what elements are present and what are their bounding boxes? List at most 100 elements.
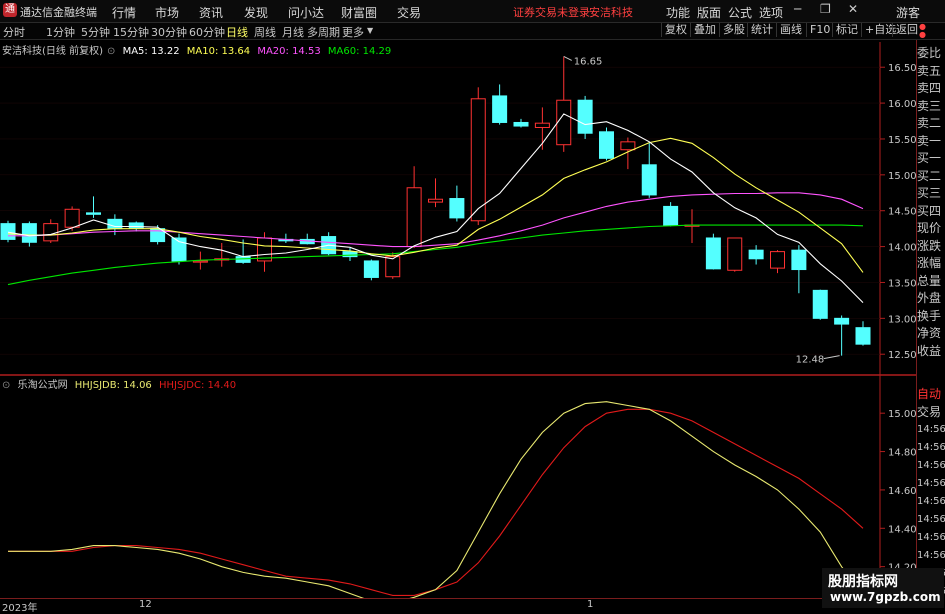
period-multi[interactable]: 多周期 <box>307 24 340 40</box>
trade-label: 自动 <box>917 387 942 401</box>
candle-up <box>385 256 401 278</box>
price-tick-label: 16.00 <box>888 99 917 110</box>
menu-trade[interactable]: 交易 <box>397 4 421 21</box>
period-daily[interactable]: 日线 <box>226 24 248 40</box>
app-title: 通达信金融终端 <box>20 6 97 19</box>
quote-label: 委比 <box>917 46 942 60</box>
menu-news[interactable]: 资讯 <box>199 4 223 21</box>
quote-label: 外盘 <box>917 291 942 305</box>
candle-down <box>834 317 850 325</box>
legend-title: 安洁科技(日线 前复权) <box>2 46 103 57</box>
period-5min[interactable]: 5分钟 <box>81 24 110 40</box>
indicator-line2 <box>8 408 864 596</box>
restore-icon[interactable]: ❐ <box>820 2 831 16</box>
candle-down <box>748 249 764 260</box>
indicator-tick-label: 14.80 <box>888 448 917 459</box>
menu-quotes[interactable]: 行情 <box>112 4 136 21</box>
menu-discover[interactable]: 发现 <box>244 4 268 21</box>
period-toolbar: 分时 1分钟 5分钟 15分钟 30分钟 60分钟 日线 周线 月线 多周期 更… <box>0 23 945 40</box>
indicator-axis: 15.0014.8014.6014.4014.20 <box>880 409 917 574</box>
chart-legend: 安洁科技(日线 前复权) ⊙ MA5: 13.22 MA10: 13.64 MA2… <box>2 42 395 57</box>
period-timeshare[interactable]: 分时 <box>3 24 25 40</box>
price-tick-label: 14.50 <box>888 207 917 218</box>
stock-link[interactable]: 安洁科技 <box>589 4 633 20</box>
period-1min[interactable]: 1分钟 <box>46 24 75 40</box>
menu-ask[interactable]: 问小达 <box>288 4 324 21</box>
kline-chart[interactable]: 16.50 16.00 15.50 15.00 14.50 14.00 13.50 13.00… <box>0 40 945 598</box>
candle-down <box>107 218 123 230</box>
period-weekly[interactable]: 周线 <box>254 24 276 40</box>
watermark-line2: www.7gpzb.com <box>830 590 941 604</box>
legend-toggle-icon[interactable]: ⊙ <box>107 46 115 57</box>
ma5-line <box>7 113 864 303</box>
period-monthly[interactable]: 月线 <box>282 24 304 40</box>
more-dropdown-icon[interactable]: ▼ <box>367 26 373 35</box>
tool-multi-stock[interactable]: 多股 <box>719 23 748 37</box>
indicator-line2-label: HHJSJDC: 14.40 <box>158 380 237 391</box>
quote-label: 净资 <box>917 326 942 340</box>
price-tick-label: 13.50 <box>888 278 917 289</box>
candle-up <box>470 98 486 222</box>
quote-label: 总量 <box>917 273 942 288</box>
candle-down <box>599 131 614 159</box>
menu-wealth[interactable]: 财富圈 <box>341 4 377 21</box>
login-warning[interactable]: 证券交易未登录 <box>513 4 590 20</box>
candle-down <box>21 223 37 243</box>
indicator-tick-label: 15.00 <box>888 409 917 420</box>
indicator-line1 <box>8 401 864 598</box>
candle-down <box>449 198 465 219</box>
trade-time: 14:56 <box>917 442 945 453</box>
quote-label: 涨跌 <box>917 238 942 253</box>
indicator-name[interactable]: 乐淘公式网 <box>18 380 68 391</box>
candle-up <box>64 208 80 228</box>
period-15min[interactable]: 15分钟 <box>113 24 149 40</box>
guest-login[interactable]: 游客 <box>896 4 920 21</box>
quote-label: 买三 <box>917 186 942 200</box>
close-icon[interactable]: ✕ <box>848 2 858 16</box>
candle-down <box>812 289 828 319</box>
price-tick-label: 15.00 <box>888 171 917 182</box>
tool-adjust[interactable]: 复权 <box>661 23 690 37</box>
legend-ma60: MA60: 14.29 <box>327 46 392 57</box>
tool-f10[interactable]: F10 <box>806 23 833 37</box>
price-tick-label: 14.00 <box>888 243 917 254</box>
legend-ma10: MA10: 13.64 <box>186 46 251 57</box>
watermark-line1: 股朋指标网 <box>828 574 898 590</box>
indicator-tick-label: 14.60 <box>888 486 917 497</box>
trade-time: 14:56 <box>917 550 945 561</box>
tool-back[interactable]: 返回 <box>892 23 921 37</box>
legend-ma20: MA20: 14.53 <box>257 46 321 57</box>
tool-overlay[interactable]: 叠加 <box>690 23 719 37</box>
trade-label: 交易 <box>917 404 942 419</box>
date-axis: 2023年 12 1 <box>0 598 880 614</box>
period-more[interactable]: 更多 <box>342 24 364 40</box>
quote-label: 卖五 <box>917 63 942 78</box>
candle-up <box>534 122 550 128</box>
tool-draw[interactable]: 画线 <box>776 23 805 37</box>
menu-options[interactable]: 选项 <box>759 4 783 21</box>
menu-layout[interactable]: 版面 <box>697 4 721 21</box>
quote-label: 卖一 <box>917 133 942 148</box>
trade-time: 14:56 <box>917 424 945 435</box>
price-grid <box>0 66 880 355</box>
period-30min[interactable]: 30分钟 <box>151 24 187 40</box>
quote-label: 买四 <box>917 203 942 218</box>
period-60min[interactable]: 60分钟 <box>189 24 225 40</box>
high-marker <box>563 56 572 61</box>
candle-up <box>43 223 59 242</box>
menu-formula[interactable]: 公式 <box>728 4 752 21</box>
tool-stats[interactable]: 统计 <box>747 23 776 37</box>
low-marker <box>823 355 840 360</box>
candle-down <box>855 327 871 345</box>
candle-down <box>363 260 379 278</box>
candle-up <box>620 141 636 151</box>
menu-function[interactable]: 功能 <box>666 4 690 21</box>
quote-label: 买一 <box>917 151 942 165</box>
menu-market[interactable]: 市场 <box>155 4 179 21</box>
trade-time: 14:56 <box>917 478 945 489</box>
price-axis: 16.50 16.00 15.50 15.00 14.50 14.00 13.50 13.00… <box>880 63 917 361</box>
tool-mark[interactable]: 标记 <box>832 23 861 37</box>
indicator-toggle-icon[interactable]: ⊙ <box>2 380 10 391</box>
indicator-lines <box>8 401 864 598</box>
minimize-icon[interactable]: ─ <box>794 2 801 16</box>
